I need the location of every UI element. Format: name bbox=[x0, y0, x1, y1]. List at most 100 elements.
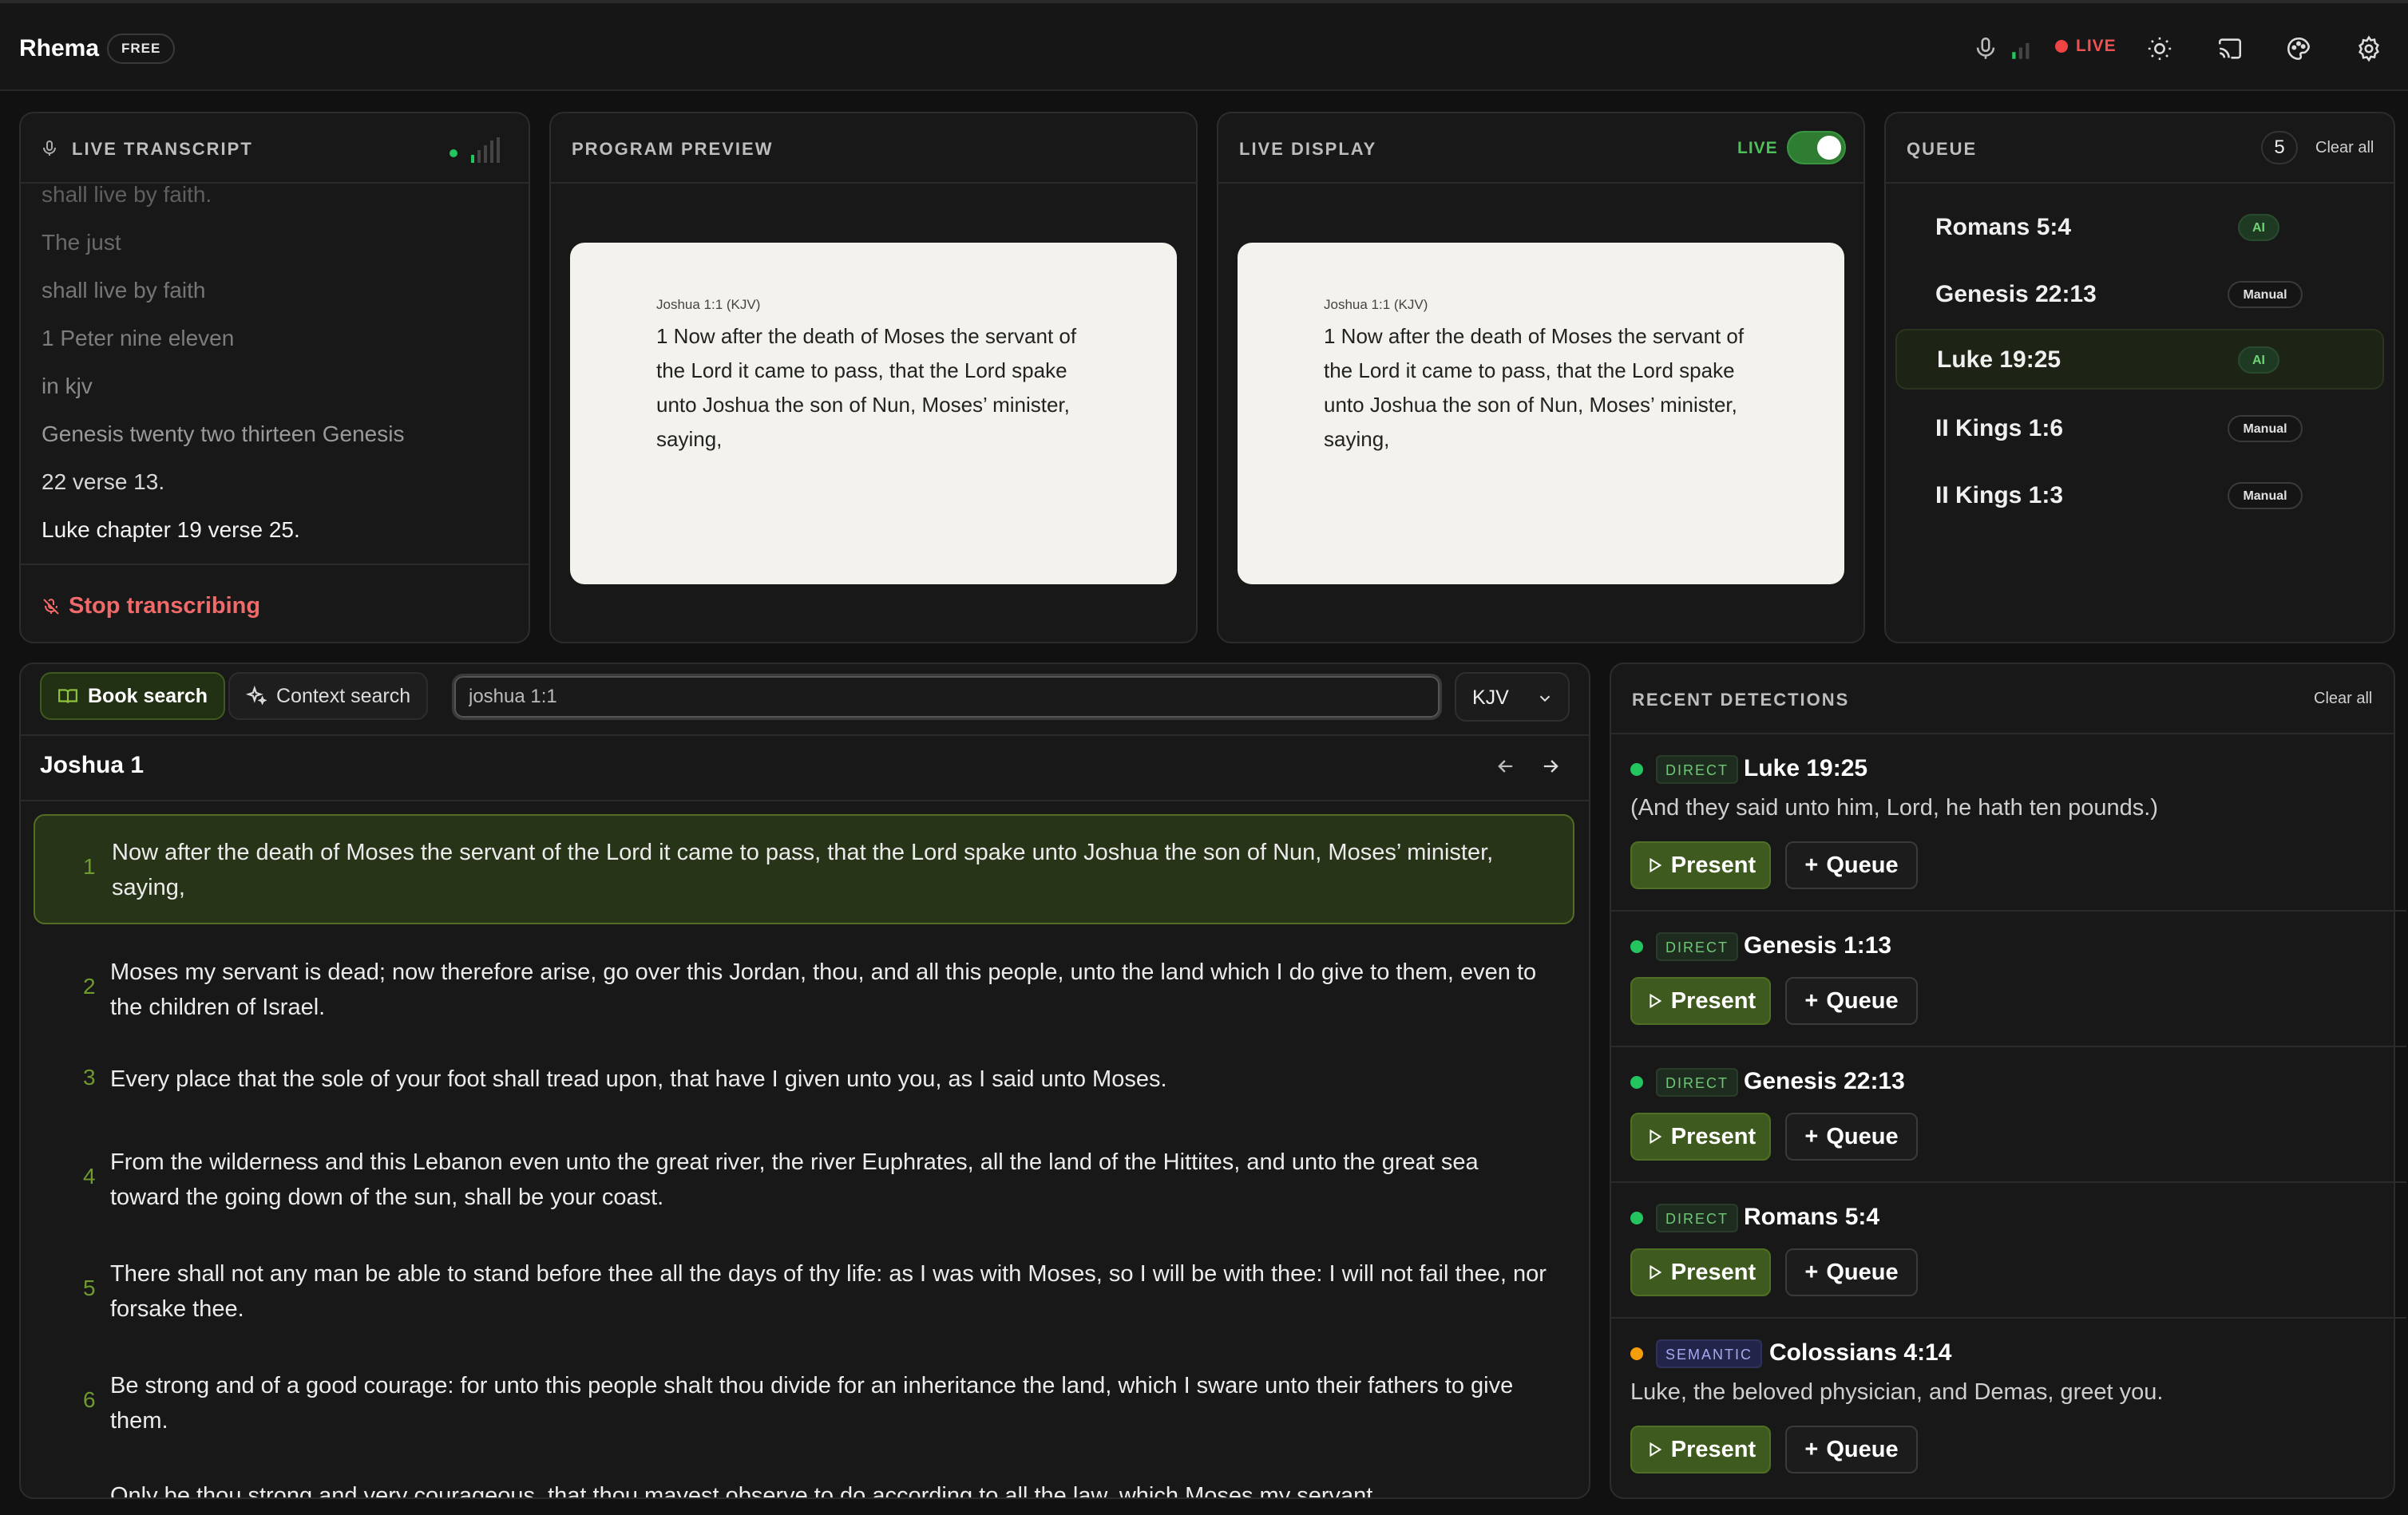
queue-item-ref: Luke 19:25 bbox=[1937, 346, 2061, 373]
queue-title: QUEUE bbox=[1907, 139, 1978, 159]
detection-item: DIRECT Genesis 1:13 Present + Queue bbox=[1611, 912, 2406, 1047]
detections-clear-all-button[interactable]: Clear all bbox=[2314, 690, 2372, 708]
cast-icon[interactable] bbox=[2216, 35, 2244, 62]
verse-row[interactable]: 6 Be strong and of a good courage: for u… bbox=[34, 1341, 1574, 1445]
detection-ref: Genesis 1:13 bbox=[1744, 932, 1892, 959]
present-label: Present bbox=[1670, 987, 1756, 1014]
book-search-label: Book search bbox=[88, 684, 208, 707]
context-search-label: Context search bbox=[276, 684, 411, 707]
preview-header: PROGRAM PREVIEW bbox=[551, 113, 1196, 184]
context-search-tab[interactable]: Context search bbox=[228, 672, 429, 720]
slide-reference: Joshua 1:1 (KJV) bbox=[1324, 297, 1428, 312]
direct-badge: DIRECT bbox=[1656, 1068, 1738, 1097]
plan-badge: FREE bbox=[107, 34, 176, 64]
plus-icon: + bbox=[1804, 987, 1819, 1014]
live-indicator: LIVE bbox=[2055, 37, 2117, 56]
verse-row[interactable]: Only be thou strong and very courageous,… bbox=[34, 1453, 1574, 1497]
arrow-right-icon[interactable] bbox=[1539, 755, 1562, 777]
stop-transcribing-button[interactable]: Stop transcribing bbox=[42, 593, 260, 619]
toggle-knob bbox=[1817, 136, 1841, 160]
gear-icon[interactable] bbox=[2355, 35, 2382, 62]
verse-row[interactable]: 4 From the wilderness and this Lebanon e… bbox=[34, 1117, 1574, 1221]
direct-status-dot bbox=[1630, 940, 1643, 953]
sun-icon[interactable] bbox=[2146, 35, 2173, 62]
search-field[interactable] bbox=[452, 674, 1442, 720]
plus-icon: + bbox=[1804, 1436, 1819, 1462]
play-icon bbox=[1650, 857, 1662, 873]
play-icon bbox=[1650, 1264, 1662, 1280]
verse-row-selected[interactable]: 1 Now after the death of Moses the serva… bbox=[34, 814, 1574, 924]
present-button[interactable]: Present bbox=[1630, 977, 1771, 1025]
queue-clear-all-button[interactable]: Clear all bbox=[2315, 139, 2374, 157]
present-button[interactable]: Present bbox=[1630, 1426, 1771, 1473]
add-to-queue-button[interactable]: + Queue bbox=[1785, 1426, 1918, 1473]
queue-label: Queue bbox=[1826, 1123, 1899, 1149]
live-display-title: LIVE DISPLAY bbox=[1239, 139, 1377, 159]
live-display-panel: LIVE DISPLAY LIVE Joshua 1:1 (KJV) 1 Now… bbox=[1217, 112, 1865, 643]
queue-item[interactable]: II Kings 1:6 Manual bbox=[1895, 398, 2384, 458]
transcript-scroll[interactable]: shall live by faith. The just shall live… bbox=[21, 184, 529, 564]
present-label: Present bbox=[1670, 852, 1756, 878]
add-to-queue-button[interactable]: + Queue bbox=[1785, 977, 1918, 1025]
live-slide[interactable]: Joshua 1:1 (KJV) 1 Now after the death o… bbox=[1238, 243, 1844, 584]
semantic-badge: SEMANTIC bbox=[1656, 1339, 1763, 1368]
top-bar: Rhema FREE LIVE bbox=[0, 0, 2408, 91]
detection-item: DIRECT Luke 19:25 (And they said unto hi… bbox=[1611, 734, 2406, 912]
version-select[interactable]: KJV bbox=[1455, 672, 1570, 722]
direct-badge: DIRECT bbox=[1656, 1204, 1738, 1232]
verse-list[interactable]: 1 Now after the death of Moses the serva… bbox=[19, 809, 1590, 1497]
search-input[interactable] bbox=[469, 684, 1411, 710]
palette-icon[interactable] bbox=[2285, 35, 2312, 62]
play-icon bbox=[1650, 993, 1662, 1009]
manual-badge: Manual bbox=[2228, 415, 2303, 442]
queue-item[interactable]: Genesis 22:13 Manual bbox=[1895, 263, 2384, 324]
verse-row[interactable]: 2 Moses my servant is dead; now therefor… bbox=[34, 929, 1574, 1033]
add-to-queue-button[interactable]: + Queue bbox=[1785, 1113, 1918, 1161]
present-button[interactable]: Present bbox=[1630, 841, 1771, 889]
verse-number: 2 bbox=[83, 974, 96, 999]
detection-text: (And they said unto him, Lord, he hath t… bbox=[1630, 795, 2158, 821]
verse-row[interactable]: 5 There shall not any man be able to sta… bbox=[34, 1229, 1574, 1333]
queue-label: Queue bbox=[1826, 1436, 1899, 1462]
verse-number: 4 bbox=[83, 1164, 96, 1189]
manual-badge: Manual bbox=[2228, 482, 2303, 509]
transcript-footer: Stop transcribing bbox=[21, 564, 529, 642]
signal-level-icon bbox=[2012, 42, 2030, 59]
add-to-queue-button[interactable]: + Queue bbox=[1785, 1248, 1918, 1296]
transcript-header: LIVE TRANSCRIPT bbox=[21, 113, 529, 184]
preview-slide[interactable]: Joshua 1:1 (KJV) 1 Now after the death o… bbox=[570, 243, 1177, 584]
arrow-left-icon[interactable] bbox=[1495, 755, 1517, 777]
present-button[interactable]: Present bbox=[1630, 1248, 1771, 1296]
ai-badge: AI bbox=[2238, 214, 2279, 241]
book-icon bbox=[58, 689, 77, 703]
present-label: Present bbox=[1670, 1436, 1756, 1462]
slide-text: 1 Now after the death of Moses the serva… bbox=[656, 324, 1077, 451]
queue-header: QUEUE 5 Clear all bbox=[1886, 113, 2394, 184]
queue-count: 5 bbox=[2261, 131, 2298, 164]
preview-title: PROGRAM PREVIEW bbox=[572, 139, 774, 159]
add-to-queue-button[interactable]: + Queue bbox=[1785, 841, 1918, 889]
verse-text: There shall not any man be able to stand… bbox=[110, 1261, 1547, 1322]
transcript-panel: LIVE TRANSCRIPT shall live by faith. The… bbox=[19, 112, 530, 643]
queue-item[interactable]: II Kings 1:3 Manual bbox=[1895, 465, 2384, 525]
plus-icon: + bbox=[1804, 1259, 1819, 1285]
present-button[interactable]: Present bbox=[1630, 1113, 1771, 1161]
verse-text: Every place that the sole of your foot s… bbox=[110, 1066, 1167, 1092]
detection-item: DIRECT Genesis 22:13 Present + Queue bbox=[1611, 1047, 2406, 1183]
verse-number: 5 bbox=[83, 1276, 96, 1300]
queue-item[interactable]: Romans 5:4 AI bbox=[1895, 196, 2384, 257]
present-label: Present bbox=[1670, 1123, 1756, 1149]
transcript-title: LIVE TRANSCRIPT bbox=[72, 139, 253, 159]
detection-ref: Luke 19:25 bbox=[1744, 755, 1868, 781]
verse-row[interactable]: 3 Every place that the sole of your foot… bbox=[34, 1041, 1574, 1111]
stop-transcribing-label: Stop transcribing bbox=[69, 593, 261, 619]
book-search-tab[interactable]: Book search bbox=[40, 672, 226, 720]
live-toggle[interactable] bbox=[1787, 131, 1846, 164]
queue-item-active[interactable]: Luke 19:25 AI bbox=[1895, 329, 2384, 390]
microphone-icon[interactable] bbox=[1972, 35, 1999, 62]
semantic-status-dot bbox=[1630, 1347, 1643, 1360]
detection-ref: Genesis 22:13 bbox=[1744, 1068, 1905, 1094]
verse-text: Be strong and of a good courage: for unt… bbox=[110, 1373, 1514, 1434]
search-toolbar-divider bbox=[21, 734, 1589, 736]
queue-item-ref: II Kings 1:3 bbox=[1935, 482, 2064, 508]
